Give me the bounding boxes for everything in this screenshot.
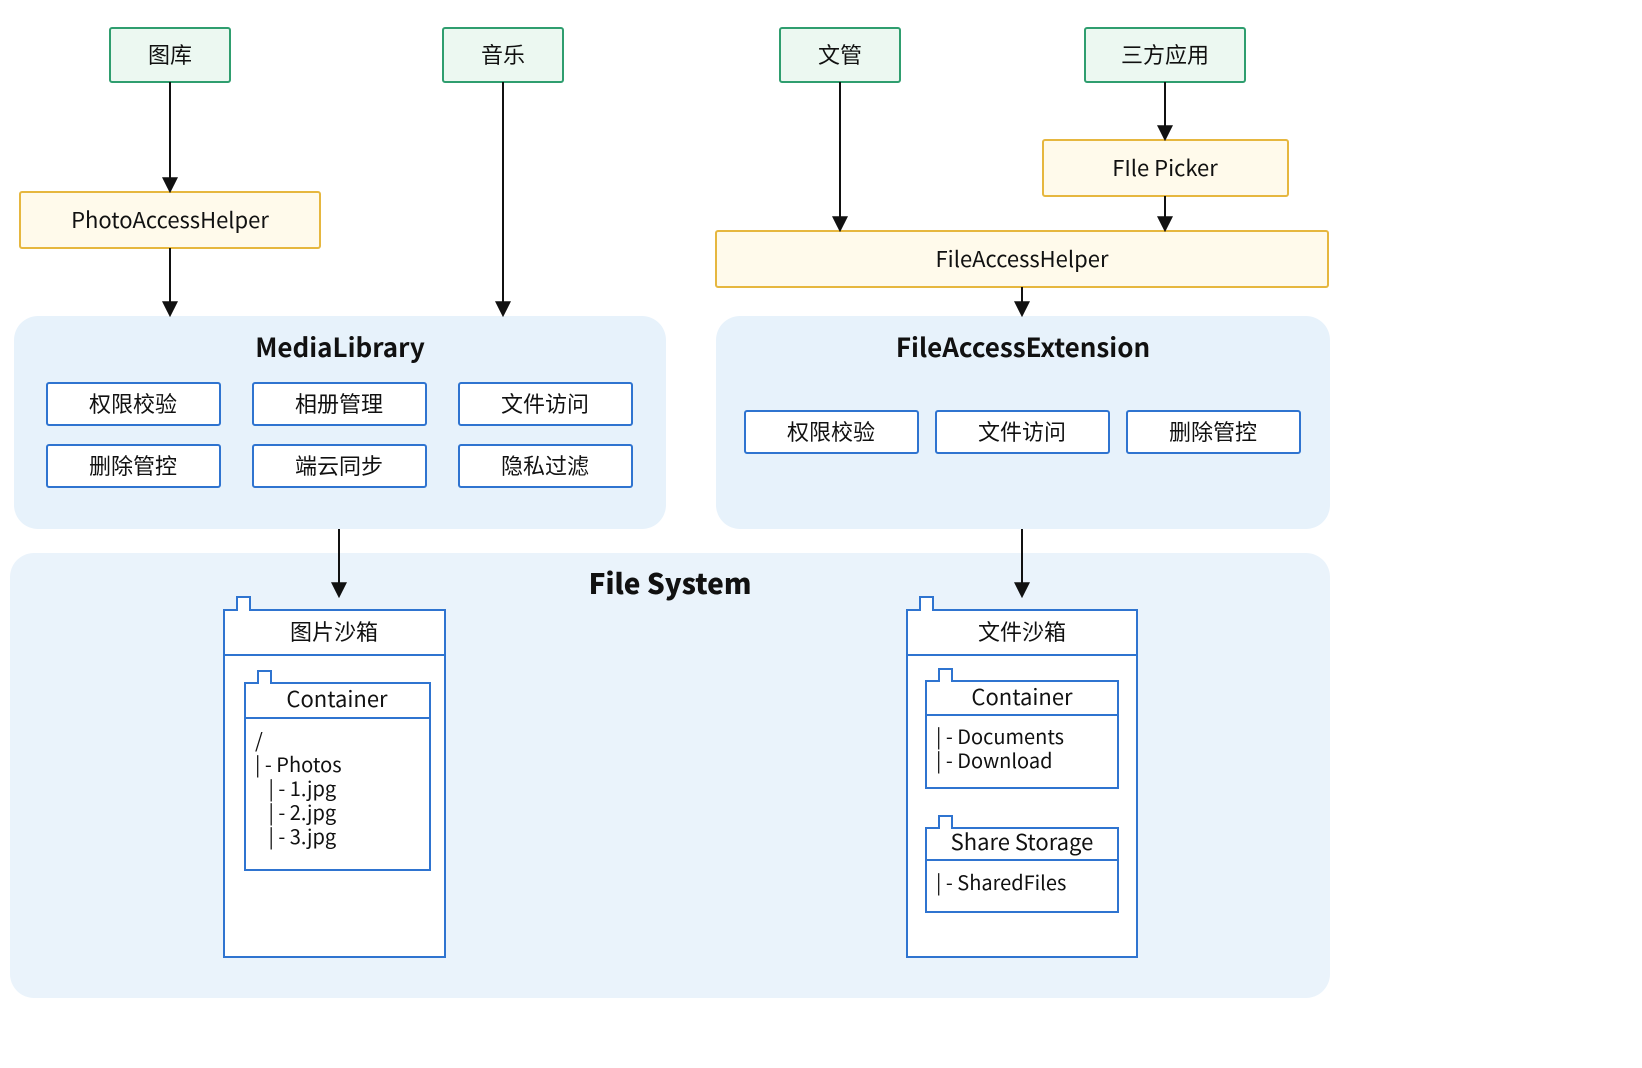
file-sandbox: 文件沙箱 Container | - Documents | - Downloa… (907, 597, 1137, 957)
fae-item-delete: 删除管控 (1169, 415, 1257, 447)
file-container-title: Container (971, 680, 1073, 712)
file-access-helper: FileAccessHelper (716, 231, 1328, 287)
app-gallery: 图库 (110, 28, 230, 82)
file-picker-label: FIle Picker (1112, 151, 1218, 183)
image-sandbox-title: 图片沙箱 (290, 615, 378, 647)
app-filemgr: 文管 (780, 28, 900, 82)
media-item-privacy: 隐私过滤 (501, 449, 589, 481)
media-item-delete: 删除管控 (89, 449, 177, 481)
img-line-4: | - 3.jpg (255, 821, 336, 850)
app-music: 音乐 (443, 28, 563, 82)
image-container-title: Container (286, 682, 388, 714)
app-gallery-label: 图库 (148, 38, 192, 70)
file-system-panel: File System 图片沙箱 Container / | - Photos … (10, 553, 1330, 998)
media-item-perm: 权限校验 (89, 387, 177, 419)
file-sandbox-title: 文件沙箱 (978, 615, 1066, 647)
file-cont-line-1: | - Download (936, 745, 1052, 774)
media-item-album: 相册管理 (295, 387, 383, 419)
media-item-sync: 端云同步 (295, 449, 383, 481)
photo-access-helper: PhotoAccessHelper (20, 192, 320, 248)
app-filemgr-label: 文管 (818, 38, 862, 70)
file-access-helper-label: FileAccessHelper (936, 242, 1109, 274)
media-library-panel: MediaLibrary 权限校验 相册管理 文件访问 删除管控 端云同步 隐私… (14, 316, 666, 529)
photo-access-helper-label: PhotoAccessHelper (71, 203, 269, 235)
app-music-label: 音乐 (481, 38, 525, 70)
share-line-0: | - SharedFiles (936, 867, 1066, 896)
share-storage-title: Share Storage (951, 825, 1094, 857)
fae-title: FileAccessExtension (896, 328, 1150, 365)
app-thirdparty: 三方应用 (1085, 28, 1245, 82)
media-library-title: MediaLibrary (255, 328, 425, 365)
file-system-title: File System (589, 563, 752, 603)
app-thirdparty-label: 三方应用 (1121, 38, 1209, 70)
fae-item-access: 文件访问 (978, 415, 1066, 447)
file-picker: FIle Picker (1043, 140, 1288, 196)
image-sandbox: 图片沙箱 Container / | - Photos | - 1.jpg | … (224, 597, 445, 957)
fae-item-perm: 权限校验 (787, 415, 875, 447)
file-access-extension-panel: FileAccessExtension 权限校验 文件访问 删除管控 (716, 316, 1330, 529)
media-item-access: 文件访问 (501, 387, 589, 419)
diagram-canvas: 图库 音乐 文管 三方应用 PhotoAccessHelper FIle Pic… (0, 0, 1642, 1068)
